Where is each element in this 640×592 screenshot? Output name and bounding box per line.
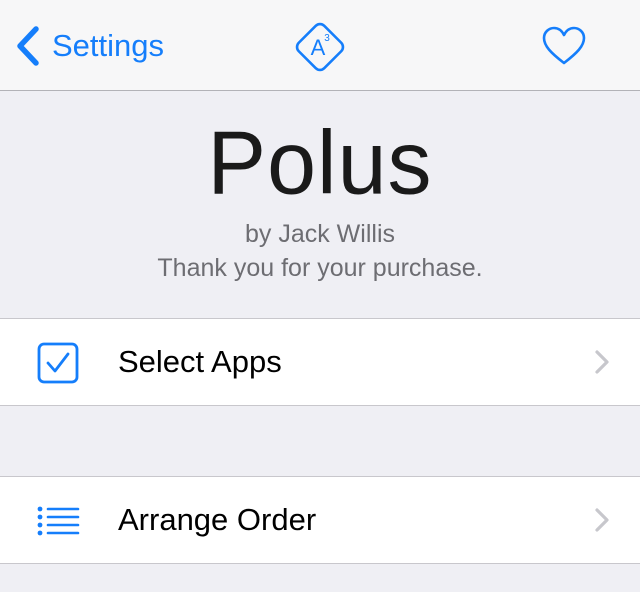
select-apps-row[interactable]: Select Apps [0, 318, 640, 406]
app-title: Polus [207, 112, 433, 213]
thank-you-message: Thank you for your purchase. [157, 254, 483, 282]
heart-icon[interactable] [541, 25, 587, 67]
back-button-label: Settings [52, 28, 165, 63]
a3-logo-icon: A 3 [295, 22, 345, 72]
checkbox-icon [37, 342, 79, 384]
chevron-right-icon [595, 350, 609, 374]
chevron-right-icon [595, 508, 609, 532]
back-button[interactable]: Settings [14, 22, 164, 70]
arrange-order-row[interactable]: Arrange Order [0, 476, 640, 564]
navigation-bar: Settings A 3 [0, 0, 640, 91]
arrange-order-label: Arrange Order [118, 502, 317, 537]
logo-superscript: 3 [324, 33, 330, 44]
chevron-left-icon [17, 26, 39, 66]
list-icon [37, 506, 80, 536]
app-header: Polus by Jack Willis Thank you for your … [0, 91, 640, 318]
author-text: by Jack Willis [244, 220, 395, 248]
select-apps-label: Select Apps [118, 344, 282, 379]
